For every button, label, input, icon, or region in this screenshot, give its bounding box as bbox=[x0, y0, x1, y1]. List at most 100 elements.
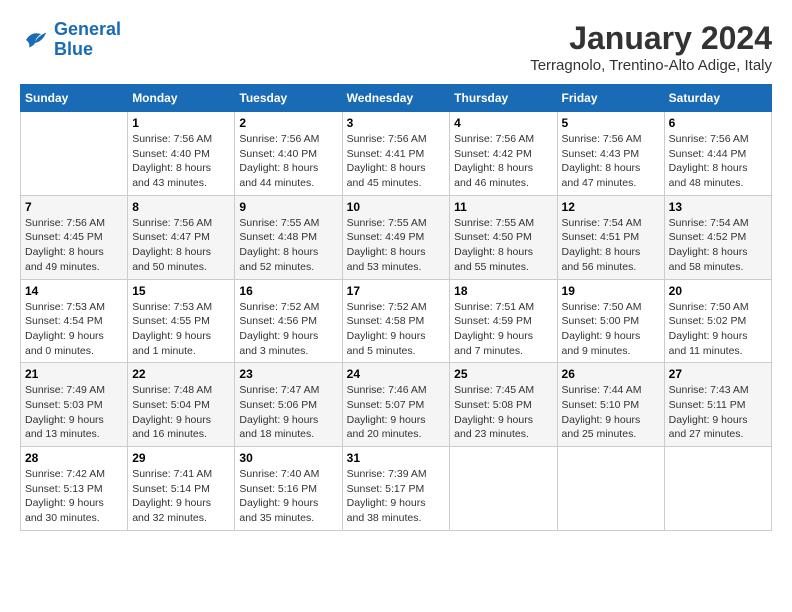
day-number: 29 bbox=[132, 451, 230, 465]
month-title: January 2024 bbox=[530, 20, 772, 57]
day-cell: 13Sunrise: 7:54 AM Sunset: 4:52 PM Dayli… bbox=[664, 195, 771, 279]
header-wednesday: Wednesday bbox=[342, 85, 450, 112]
day-cell: 6 Sunrise: 7:56 AM Sunset: 4:44 PM Daylig… bbox=[664, 112, 771, 196]
day-info: Sunrise: 7:48 AM Sunset: 5:04 PM Dayligh… bbox=[132, 383, 230, 442]
day-info: Sunrise: 7:42 AM Sunset: 5:13 PM Dayligh… bbox=[25, 467, 123, 526]
day-number: 3 bbox=[347, 116, 446, 130]
location-title: Terragnolo, Trentino-Alto Adige, Italy bbox=[530, 57, 772, 74]
day-number: 30 bbox=[239, 451, 337, 465]
day-cell: 15 Sunrise: 7:53 AM Sunset: 4:55 PM Dayli… bbox=[128, 279, 235, 363]
day-info: Sunrise: 7:43 AM Sunset: 5:11 PM Dayligh… bbox=[669, 383, 767, 442]
day-cell: 25 Sunrise: 7:45 AM Sunset: 5:08 PM Dayli… bbox=[450, 363, 557, 447]
logo-text-line2: Blue bbox=[54, 40, 121, 60]
day-cell: 3Sunrise: 7:56 AM Sunset: 4:41 PM Daylig… bbox=[342, 112, 450, 196]
day-number: 11 bbox=[454, 200, 552, 214]
day-cell: 5 Sunrise: 7:56 AM Sunset: 4:43 PM Daylig… bbox=[557, 112, 664, 196]
title-area: January 2024 Terragnolo, Trentino-Alto A… bbox=[530, 20, 772, 74]
day-number: 10 bbox=[347, 200, 446, 214]
day-cell: 31Sunrise: 7:39 AM Sunset: 5:17 PM Dayli… bbox=[342, 447, 450, 531]
day-info: Sunrise: 7:56 AM Sunset: 4:44 PM Dayligh… bbox=[669, 132, 767, 191]
day-cell: 27 Sunrise: 7:43 AM Sunset: 5:11 PM Dayli… bbox=[664, 363, 771, 447]
header-tuesday: Tuesday bbox=[235, 85, 342, 112]
day-info: Sunrise: 7:51 AM Sunset: 4:59 PM Dayligh… bbox=[454, 300, 552, 359]
day-info: Sunrise: 7:55 AM Sunset: 4:48 PM Dayligh… bbox=[239, 216, 337, 275]
week-row-1: 7 Sunrise: 7:56 AM Sunset: 4:45 PM Daylig… bbox=[21, 195, 772, 279]
day-info: Sunrise: 7:45 AM Sunset: 5:08 PM Dayligh… bbox=[454, 383, 552, 442]
day-info: Sunrise: 7:56 AM Sunset: 4:45 PM Dayligh… bbox=[25, 216, 123, 275]
day-info: Sunrise: 7:53 AM Sunset: 4:54 PM Dayligh… bbox=[25, 300, 123, 359]
day-cell: 21 Sunrise: 7:49 AM Sunset: 5:03 PM Dayli… bbox=[21, 363, 128, 447]
day-number: 21 bbox=[25, 367, 123, 381]
day-number: 8 bbox=[132, 200, 230, 214]
header-thursday: Thursday bbox=[450, 85, 557, 112]
day-info: Sunrise: 7:55 AM Sunset: 4:50 PM Dayligh… bbox=[454, 216, 552, 275]
day-cell bbox=[557, 447, 664, 531]
day-cell: 1Sunrise: 7:56 AM Sunset: 4:40 PM Daylig… bbox=[128, 112, 235, 196]
week-row-3: 21 Sunrise: 7:49 AM Sunset: 5:03 PM Dayli… bbox=[21, 363, 772, 447]
day-number: 22 bbox=[132, 367, 230, 381]
day-number: 23 bbox=[239, 367, 337, 381]
day-cell: 26 Sunrise: 7:44 AM Sunset: 5:10 PM Dayli… bbox=[557, 363, 664, 447]
week-row-0: 1Sunrise: 7:56 AM Sunset: 4:40 PM Daylig… bbox=[21, 112, 772, 196]
day-number: 16 bbox=[239, 284, 337, 298]
day-info: Sunrise: 7:56 AM Sunset: 4:47 PM Dayligh… bbox=[132, 216, 230, 275]
day-number: 19 bbox=[562, 284, 660, 298]
header-friday: Friday bbox=[557, 85, 664, 112]
day-cell: 24 Sunrise: 7:46 AM Sunset: 5:07 PM Dayli… bbox=[342, 363, 450, 447]
day-number: 5 bbox=[562, 116, 660, 130]
calendar: SundayMondayTuesdayWednesdayThursdayFrid… bbox=[20, 84, 772, 531]
header: General Blue January 2024 Terragnolo, Tr… bbox=[20, 20, 772, 74]
logo: General Blue bbox=[20, 20, 121, 60]
day-info: Sunrise: 7:44 AM Sunset: 5:10 PM Dayligh… bbox=[562, 383, 660, 442]
day-cell: 4 Sunrise: 7:56 AM Sunset: 4:42 PM Daylig… bbox=[450, 112, 557, 196]
day-cell bbox=[664, 447, 771, 531]
day-number: 6 bbox=[669, 116, 767, 130]
day-number: 9 bbox=[239, 200, 337, 214]
day-number: 14 bbox=[25, 284, 123, 298]
week-row-2: 14 Sunrise: 7:53 AM Sunset: 4:54 PM Dayli… bbox=[21, 279, 772, 363]
day-cell: 9 Sunrise: 7:55 AM Sunset: 4:48 PM Daylig… bbox=[235, 195, 342, 279]
day-info: Sunrise: 7:41 AM Sunset: 5:14 PM Dayligh… bbox=[132, 467, 230, 526]
day-number: 31 bbox=[347, 451, 446, 465]
day-cell: 2Sunrise: 7:56 AM Sunset: 4:40 PM Daylig… bbox=[235, 112, 342, 196]
day-number: 27 bbox=[669, 367, 767, 381]
day-cell: 12Sunrise: 7:54 AM Sunset: 4:51 PM Dayli… bbox=[557, 195, 664, 279]
logo-icon bbox=[20, 25, 50, 55]
day-number: 17 bbox=[347, 284, 446, 298]
header-sunday: Sunday bbox=[21, 85, 128, 112]
day-cell: 17 Sunrise: 7:52 AM Sunset: 4:58 PM Dayli… bbox=[342, 279, 450, 363]
day-cell: 29 Sunrise: 7:41 AM Sunset: 5:14 PM Dayli… bbox=[128, 447, 235, 531]
day-info: Sunrise: 7:56 AM Sunset: 4:43 PM Dayligh… bbox=[562, 132, 660, 191]
day-info: Sunrise: 7:50 AM Sunset: 5:00 PM Dayligh… bbox=[562, 300, 660, 359]
day-number: 15 bbox=[132, 284, 230, 298]
day-cell: 23Sunrise: 7:47 AM Sunset: 5:06 PM Dayli… bbox=[235, 363, 342, 447]
day-info: Sunrise: 7:52 AM Sunset: 4:58 PM Dayligh… bbox=[347, 300, 446, 359]
day-cell: 20 Sunrise: 7:50 AM Sunset: 5:02 PM Dayli… bbox=[664, 279, 771, 363]
day-info: Sunrise: 7:50 AM Sunset: 5:02 PM Dayligh… bbox=[669, 300, 767, 359]
day-cell: 22 Sunrise: 7:48 AM Sunset: 5:04 PM Dayli… bbox=[128, 363, 235, 447]
day-number: 28 bbox=[25, 451, 123, 465]
day-info: Sunrise: 7:56 AM Sunset: 4:40 PM Dayligh… bbox=[132, 132, 230, 191]
logo-text-line1: General bbox=[54, 20, 121, 40]
day-cell: 28 Sunrise: 7:42 AM Sunset: 5:13 PM Dayli… bbox=[21, 447, 128, 531]
day-info: Sunrise: 7:54 AM Sunset: 4:51 PM Dayligh… bbox=[562, 216, 660, 275]
day-info: Sunrise: 7:56 AM Sunset: 4:40 PM Dayligh… bbox=[239, 132, 337, 191]
day-cell bbox=[21, 112, 128, 196]
day-number: 4 bbox=[454, 116, 552, 130]
day-info: Sunrise: 7:56 AM Sunset: 4:42 PM Dayligh… bbox=[454, 132, 552, 191]
day-number: 13 bbox=[669, 200, 767, 214]
day-info: Sunrise: 7:49 AM Sunset: 5:03 PM Dayligh… bbox=[25, 383, 123, 442]
calendar-header-row: SundayMondayTuesdayWednesdayThursdayFrid… bbox=[21, 85, 772, 112]
day-info: Sunrise: 7:52 AM Sunset: 4:56 PM Dayligh… bbox=[239, 300, 337, 359]
day-cell: 30Sunrise: 7:40 AM Sunset: 5:16 PM Dayli… bbox=[235, 447, 342, 531]
day-number: 26 bbox=[562, 367, 660, 381]
day-cell: 14 Sunrise: 7:53 AM Sunset: 4:54 PM Dayli… bbox=[21, 279, 128, 363]
day-number: 25 bbox=[454, 367, 552, 381]
day-number: 7 bbox=[25, 200, 123, 214]
day-number: 20 bbox=[669, 284, 767, 298]
day-info: Sunrise: 7:46 AM Sunset: 5:07 PM Dayligh… bbox=[347, 383, 446, 442]
day-info: Sunrise: 7:53 AM Sunset: 4:55 PM Dayligh… bbox=[132, 300, 230, 359]
day-cell: 19 Sunrise: 7:50 AM Sunset: 5:00 PM Dayli… bbox=[557, 279, 664, 363]
day-number: 24 bbox=[347, 367, 446, 381]
day-number: 18 bbox=[454, 284, 552, 298]
